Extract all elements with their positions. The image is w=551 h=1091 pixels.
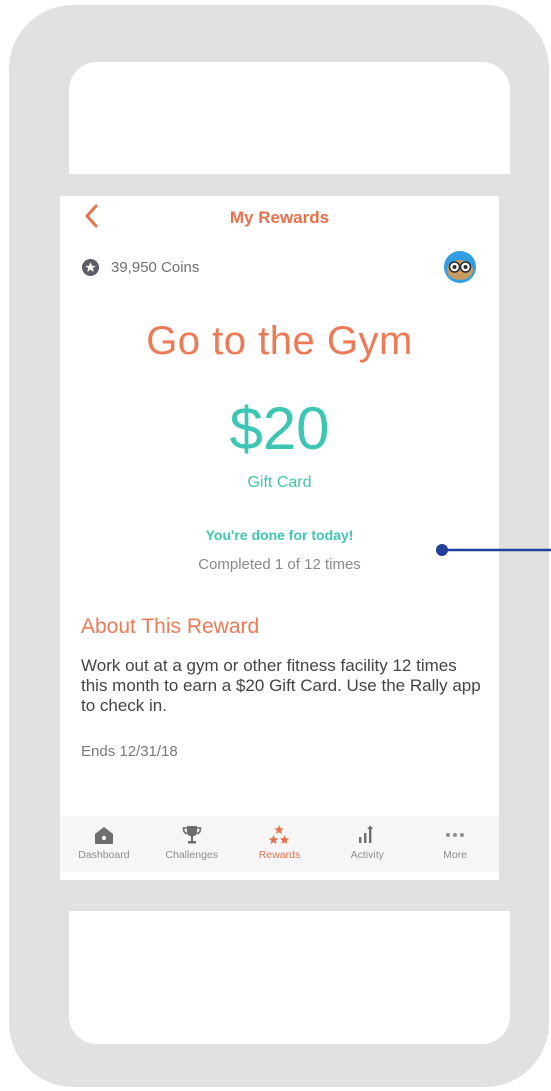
about-heading: About This Reward [81, 615, 260, 638]
tab-label: Challenges [165, 849, 218, 861]
more-dots-icon [446, 833, 465, 837]
avatar[interactable] [444, 251, 476, 283]
tab-bar: Dashboard Challenges Rewards Activity Mo… [60, 816, 499, 872]
tab-challenges[interactable]: Challenges [148, 816, 236, 872]
screen-top-area [69, 62, 510, 174]
nav-bar: My Rewards [60, 196, 499, 240]
tab-label: More [443, 849, 468, 861]
coin-balance: 39,950 Coins [81, 258, 199, 277]
coin-balance-label: 39,950 Coins [111, 259, 200, 276]
tab-rewards[interactable]: Rewards [236, 816, 324, 872]
end-date: Ends 12/31/18 [81, 743, 178, 760]
about-description: Work out at a gym or other fitness facil… [81, 656, 481, 715]
progress-text: Completed 1 of 12 times [198, 556, 361, 573]
reward-amount: $20 [229, 395, 330, 462]
tab-label: Activity [350, 849, 384, 861]
bar-chart-icon [359, 825, 374, 843]
page-title: My Rewards [229, 208, 330, 227]
reward-title: Go to the Gym [146, 319, 413, 363]
screen-bottom-area [69, 911, 510, 1044]
tab-label: Dashboard [78, 849, 130, 861]
callout-pointer [436, 544, 551, 556]
owl-avatar-icon [447, 260, 473, 280]
tab-activity[interactable]: Activity [323, 816, 411, 872]
stars-icon [269, 825, 290, 844]
tab-dashboard[interactable]: Dashboard [60, 816, 148, 872]
coin-icon [81, 258, 100, 277]
home-icon [94, 827, 113, 844]
reward-type: Gift Card [247, 474, 312, 491]
tab-more[interactable]: More [411, 816, 499, 872]
trophy-icon [182, 826, 201, 844]
app-screen: My Rewards 39,950 Coins Go to the Gym $2… [60, 196, 499, 880]
tab-label: Rewards [258, 849, 301, 861]
status-message: You're done for today! [205, 527, 354, 543]
